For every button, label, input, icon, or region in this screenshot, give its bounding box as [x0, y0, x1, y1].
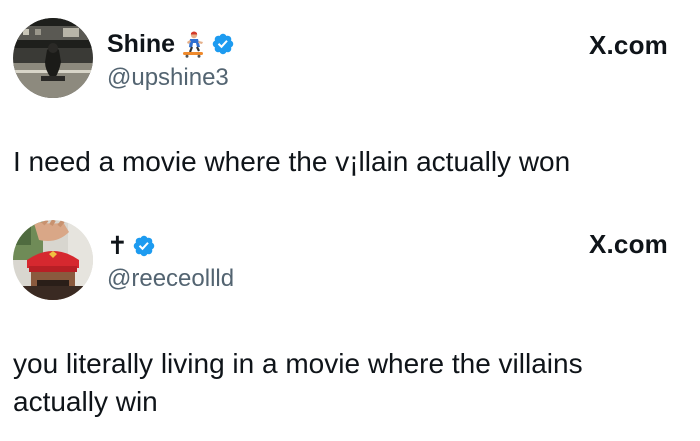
handle[interactable]: @upshine3 [107, 64, 229, 92]
tweet-text: I need a movie where the v¡llain actuall… [13, 146, 571, 177]
source-xcom-label: X.com [588, 30, 668, 60]
tweet-text: you literally living in a movie where th… [13, 348, 583, 417]
post-2: ✝ @reeceollld X.com you literally living… [0, 210, 700, 441]
display-name[interactable]: ✝ [107, 231, 128, 261]
avatar-photo-image [13, 220, 93, 300]
avatar[interactable] [13, 18, 93, 98]
avatar-photo-image [13, 18, 93, 98]
post-1: Shine @upshine3 X.com I need a movie whe… [0, 0, 700, 210]
name-row: Shine [107, 29, 235, 59]
verified-badge-icon [211, 32, 235, 56]
name-row: ✝ [107, 231, 156, 261]
handle[interactable]: @reeceollld [107, 265, 234, 293]
verified-badge-icon [132, 234, 156, 258]
skateboarder-emoji-icon [179, 30, 207, 58]
display-name[interactable]: Shine [107, 29, 175, 59]
avatar[interactable] [13, 220, 93, 300]
source-xcom-label: X.com [588, 229, 668, 259]
